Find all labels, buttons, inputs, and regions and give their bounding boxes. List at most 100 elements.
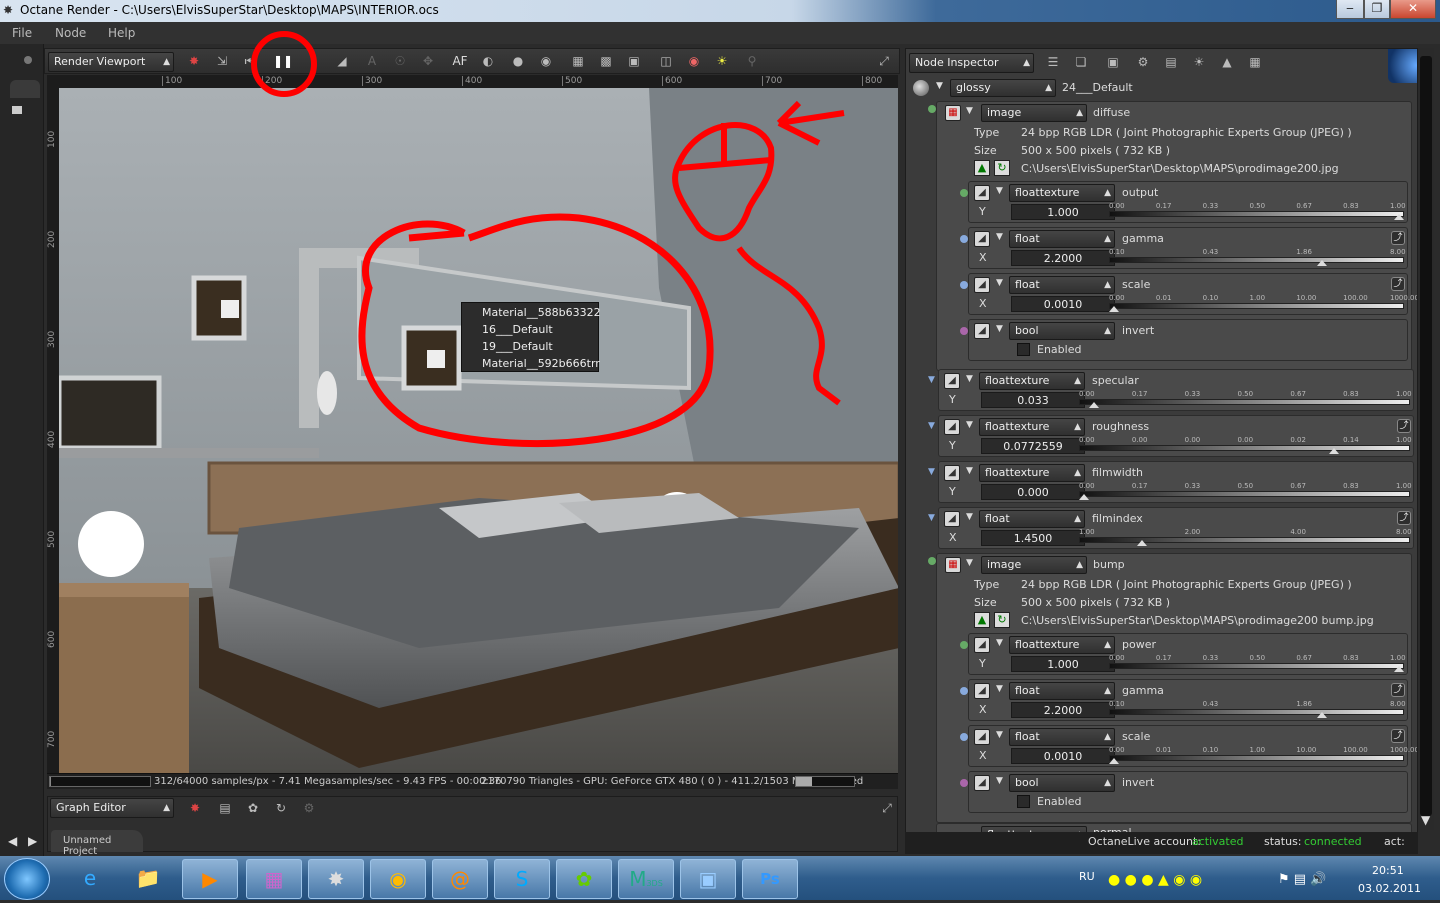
sphere-icon[interactable]: ●: [509, 52, 527, 70]
expand-triangle-icon[interactable]: ▼: [996, 278, 1003, 288]
taskbar-mail-icon[interactable]: @: [432, 859, 488, 899]
taskbar-winrar-icon[interactable]: ▦: [246, 859, 302, 899]
texture-type-icon[interactable]: ◢: [944, 419, 960, 435]
param-value-filmindex[interactable]: 1.4500: [981, 530, 1085, 546]
lock-icon[interactable]: ⚲: [743, 52, 761, 70]
param-value-gamma[interactable]: 2.2000: [1011, 702, 1115, 718]
param-slider-gamma-thumb[interactable]: [1317, 712, 1328, 718]
maximize-button[interactable]: ❐: [1364, 0, 1390, 19]
minimize-button[interactable]: ‒: [1336, 0, 1364, 19]
inspector-picture-icon[interactable]: ▲: [1218, 53, 1236, 71]
inspector-network-icon[interactable]: ▦: [1246, 53, 1264, 71]
param-slider-specular-thumb[interactable]: [1088, 402, 1099, 408]
graph-save-icon[interactable]: ▤: [216, 799, 234, 817]
close-button[interactable]: ✕: [1390, 0, 1436, 19]
expand-triangle-icon[interactable]: ▼: [996, 776, 1003, 786]
curve-icon[interactable]: ⤴: [1397, 419, 1411, 433]
param-slider-filmwidth-thumb[interactable]: [1079, 494, 1089, 500]
param-type-select-power[interactable]: floattexture ▲: [1009, 636, 1115, 654]
expand-triangle-icon[interactable]: ▼: [996, 324, 1003, 334]
tray-icons[interactable]: ● ● ● ▲ ◉ ◉: [1108, 872, 1202, 888]
reload-image-icon[interactable]: ↻: [994, 160, 1010, 176]
graph-fullscreen-icon[interactable]: ⤢: [878, 799, 896, 817]
param-slider-scale[interactable]: 0.00 0.01 0.10 1.00 10.00 100.00 1000.00: [1109, 746, 1417, 764]
param-slider-power-thumb[interactable]: [1394, 666, 1404, 672]
camera-icon[interactable]: ◐: [479, 52, 497, 70]
texture-type-icon[interactable]: ◢: [944, 373, 960, 389]
context-item-16-default[interactable]: 16___Default: [482, 323, 553, 336]
node-inspector-select[interactable]: Node Inspector ▲: [909, 53, 1034, 73]
reset-render-icon[interactable]: ✸: [185, 52, 203, 70]
expand-triangle-icon[interactable]: ▼: [966, 466, 973, 476]
taskbar-skype-icon[interactable]: S: [494, 859, 550, 899]
param-slider-filmindex[interactable]: 1.00 2.00 4.00 8.00: [1079, 528, 1412, 546]
language-indicator[interactable]: RU: [1079, 870, 1095, 883]
expand-triangle-icon[interactable]: ▼: [966, 106, 973, 116]
root-type-select[interactable]: glossy ▲: [950, 79, 1056, 97]
taskbar-octane-icon[interactable]: ✸: [308, 859, 364, 899]
taskbar-3dsmax-icon[interactable]: M3DS: [618, 859, 674, 899]
enabled-checkbox[interactable]: [1017, 343, 1030, 356]
enabled-checkbox[interactable]: [1017, 795, 1030, 808]
curve-icon[interactable]: ⤴: [1391, 231, 1405, 245]
expand-triangle-icon[interactable]: ▼: [966, 374, 973, 384]
scrollbar-thumb[interactable]: [1420, 56, 1432, 816]
load-image-icon[interactable]: ▲: [974, 612, 990, 628]
inspector-copy-icon[interactable]: ❏: [1072, 53, 1090, 71]
region-icon[interactable]: ▦: [569, 52, 587, 70]
taskbar-media-icon[interactable]: ▶: [182, 859, 238, 899]
texture-type-icon[interactable]: ◢: [974, 729, 990, 745]
curve-icon[interactable]: ⤴: [1391, 683, 1405, 697]
param-type-select-filmwidth[interactable]: floattexture ▲: [979, 464, 1085, 482]
color-icon[interactable]: ◉: [685, 52, 703, 70]
inspector-panel-icon[interactable]: ▤: [1162, 53, 1180, 71]
taskbar-ie-icon[interactable]: e: [62, 859, 118, 899]
context-item-material-588b63322[interactable]: Material__588b63322: [482, 306, 601, 319]
viewport-panel-select[interactable]: Render Viewport ▲: [48, 52, 174, 72]
scroll-left-icon[interactable]: ◀: [8, 834, 17, 848]
collapse-icon[interactable]: [12, 106, 22, 114]
image-file-path[interactable]: C:\Users\ElvisSuperStar\Desktop\MAPS\pro…: [1021, 162, 1339, 175]
param-type-select-filmindex[interactable]: float ▲: [979, 510, 1085, 528]
graph-editor-select[interactable]: Graph Editor ▲: [50, 798, 174, 818]
taskbar-photoshop-icon[interactable]: Ps: [742, 859, 798, 899]
start-button[interactable]: [4, 858, 50, 900]
param-slider-gamma[interactable]: 0.10 0.43 1.86 8.00: [1109, 248, 1406, 266]
param-slider-scale[interactable]: 0.00 0.01 0.10 1.00 10.00 100.00 1000.00: [1109, 294, 1417, 312]
curve-icon[interactable]: ⤴: [1391, 729, 1405, 743]
param-slider-filmwidth[interactable]: 0.00 0.17 0.33 0.50 0.67 0.83 1.00: [1079, 482, 1412, 500]
param-type-select-scale[interactable]: float ▲: [1009, 276, 1115, 294]
param-slider-output-thumb[interactable]: [1394, 214, 1404, 220]
param-slider-power[interactable]: 0.00 0.17 0.33 0.50 0.67 0.83 1.00: [1109, 654, 1406, 672]
measure-icon[interactable]: ◢: [333, 52, 351, 70]
taskbar-image-viewer-icon[interactable]: ▣: [680, 859, 736, 899]
tab-unnamed[interactable]: [10, 80, 40, 98]
param-type-select-scale[interactable]: float ▲: [1009, 728, 1115, 746]
expand-triangle-icon[interactable]: ▼: [996, 684, 1003, 694]
clock-time[interactable]: 20:51: [1372, 864, 1404, 877]
param-slider-roughness[interactable]: 0.00 0.00 0.00 0.00 0.02 0.14 1.00: [1079, 436, 1412, 454]
texture-type-icon[interactable]: ◢: [944, 511, 960, 527]
tray-system-icons[interactable]: ⚑ ▤ 🔊: [1278, 872, 1326, 887]
sun-icon[interactable]: ☀: [713, 52, 731, 70]
param-value-filmwidth[interactable]: 0.000: [981, 484, 1085, 500]
param-value-gamma[interactable]: 2.2000: [1011, 250, 1115, 266]
param-slider-gamma-thumb[interactable]: [1317, 260, 1328, 266]
param-type-select-gamma[interactable]: float ▲: [1009, 682, 1115, 700]
image-type-select-bump[interactable]: image ▲: [981, 556, 1087, 574]
reload-image-icon[interactable]: ↻: [994, 612, 1010, 628]
scroll-right-icon[interactable]: ▶: [28, 834, 37, 848]
resize-icon[interactable]: ⇲: [213, 52, 231, 70]
expand-triangle-icon[interactable]: ▼: [996, 730, 1003, 740]
texture-type-icon[interactable]: ◢: [974, 323, 990, 339]
param-type-select-output[interactable]: floattexture ▲: [1009, 184, 1115, 202]
context-item-19-default[interactable]: 19___Default: [482, 340, 553, 353]
texture-type-icon[interactable]: ◢: [974, 775, 990, 791]
param-type-select-invert[interactable]: bool ▲: [1009, 322, 1115, 340]
curve-icon[interactable]: ⤴: [1391, 277, 1405, 291]
param-type-select-specular[interactable]: floattexture ▲: [979, 372, 1085, 390]
param-slider-scale-thumb[interactable]: [1109, 758, 1119, 764]
param-slider-gamma[interactable]: 0.10 0.43 1.86 8.00: [1109, 700, 1406, 718]
param-slider-specular[interactable]: 0.00 0.17 0.33 0.50 0.67 0.83 1.00: [1079, 390, 1412, 408]
graph-reset-icon[interactable]: ✸: [186, 799, 204, 817]
